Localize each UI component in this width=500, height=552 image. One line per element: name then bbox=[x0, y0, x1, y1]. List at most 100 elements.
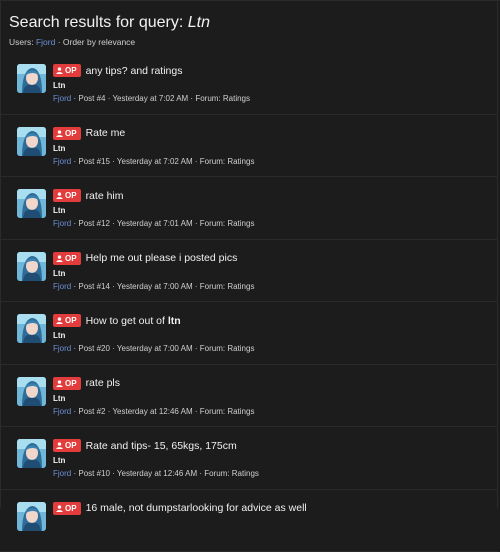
op-badge-label: OP bbox=[65, 379, 77, 388]
result-meta: Fjord · Post #10 · Yesterday at 12:46 AM… bbox=[53, 469, 259, 478]
result-item: OP Help me out please i posted pics Ltn … bbox=[0, 240, 498, 303]
thread-title-highlight: ltn bbox=[168, 315, 181, 327]
result-item: OP rate him Ltn Fjord · Post #12 · Yeste… bbox=[0, 177, 498, 240]
result-item: OP Rate me Ltn Fjord · Post #15 · Yester… bbox=[0, 115, 498, 178]
result-snippet: Ltn bbox=[53, 206, 65, 215]
thread-title-text: 16 male, not dumpstarlooking for advice … bbox=[86, 502, 307, 514]
thread-title-text: rate him bbox=[86, 190, 124, 202]
user-icon bbox=[56, 130, 63, 137]
op-badge: OP bbox=[53, 502, 81, 515]
op-badge: OP bbox=[53, 439, 81, 452]
page-title-prefix: Search results for query: bbox=[9, 14, 183, 31]
thread-title-link[interactable]: any tips? and ratings bbox=[86, 65, 183, 77]
thread-title-link[interactable]: How to get out of ltn bbox=[86, 315, 181, 327]
user-icon bbox=[56, 380, 63, 387]
author-link[interactable]: Fjord bbox=[53, 344, 71, 353]
thread-title-link[interactable]: Help me out please i posted pics bbox=[86, 252, 238, 264]
user-icon bbox=[56, 255, 63, 262]
avatar[interactable] bbox=[17, 377, 46, 406]
result-title-row: OP rate him bbox=[53, 189, 124, 202]
result-snippet: Ltn bbox=[53, 456, 65, 465]
op-badge: OP bbox=[53, 314, 81, 327]
thread-title-text: Rate and tips- 15, 65kgs, 175cm bbox=[86, 440, 237, 452]
results-list: OP any tips? and ratings Ltn Fjord · Pos… bbox=[0, 52, 498, 552]
op-badge-label: OP bbox=[65, 316, 77, 325]
op-badge: OP bbox=[53, 189, 81, 202]
user-icon bbox=[56, 505, 63, 512]
result-snippet: Ltn bbox=[53, 331, 65, 340]
result-title-row: OP Rate and tips- 15, 65kgs, 175cm bbox=[53, 439, 237, 452]
thread-title-text: rate pls bbox=[86, 377, 120, 389]
user-filter-link[interactable]: Fjord bbox=[36, 37, 55, 47]
thread-title-text: any tips? and ratings bbox=[86, 65, 183, 77]
post-info: · Post #10 · Yesterday at 12:46 AM · For… bbox=[73, 469, 258, 478]
post-info: · Post #14 · Yesterday at 7:00 AM · Foru… bbox=[73, 282, 254, 291]
op-badge: OP bbox=[53, 252, 81, 265]
result-item: OP Rate and tips- 15, 65kgs, 175cm Ltn F… bbox=[0, 427, 498, 490]
post-info: · Post #20 · Yesterday at 7:00 AM · Foru… bbox=[73, 344, 254, 353]
thread-title-link[interactable]: rate him bbox=[86, 190, 124, 202]
result-title-row: OP Help me out please i posted pics bbox=[53, 252, 237, 265]
op-badge: OP bbox=[53, 127, 81, 140]
thread-title-text: Help me out please i posted pics bbox=[86, 252, 238, 264]
post-info: · Post #15 · Yesterday at 7:02 AM · Foru… bbox=[73, 157, 254, 166]
avatar[interactable] bbox=[17, 439, 46, 468]
avatar[interactable] bbox=[17, 314, 46, 343]
author-link[interactable]: Fjord bbox=[53, 157, 71, 166]
author-link[interactable]: Fjord bbox=[53, 407, 71, 416]
avatar[interactable] bbox=[17, 502, 46, 531]
result-meta: Fjord · Post #2 · Yesterday at 12:46 AM … bbox=[53, 407, 254, 416]
op-badge-label: OP bbox=[65, 66, 77, 75]
avatar[interactable] bbox=[17, 127, 46, 156]
result-snippet: Ltn bbox=[53, 394, 65, 403]
result-item: OP rate pls Ltn Fjord · Post #2 · Yester… bbox=[0, 365, 498, 428]
order-label[interactable]: · Order by relevance bbox=[58, 37, 135, 47]
search-meta: Users: Fjord · Order by relevance bbox=[9, 37, 135, 47]
result-title-row: OP Rate me bbox=[53, 127, 125, 140]
search-query: Ltn bbox=[188, 14, 210, 31]
result-title-row: OP How to get out of ltn bbox=[53, 314, 181, 327]
thread-title-link[interactable]: rate pls bbox=[86, 377, 120, 389]
user-icon bbox=[56, 67, 63, 74]
avatar[interactable] bbox=[17, 189, 46, 218]
user-icon bbox=[56, 442, 63, 449]
result-snippet: Ltn bbox=[53, 144, 65, 153]
thread-title-text: How to get out of bbox=[86, 315, 168, 327]
thread-title-link[interactable]: Rate me bbox=[86, 127, 126, 139]
result-item: OP How to get out of ltn Ltn Fjord · Pos… bbox=[0, 302, 498, 365]
result-item: OP any tips? and ratings Ltn Fjord · Pos… bbox=[0, 52, 498, 115]
result-item: OP 16 male, not dumpstarlooking for advi… bbox=[0, 490, 498, 552]
thread-title-link[interactable]: 16 male, not dumpstarlooking for advice … bbox=[86, 502, 307, 514]
user-icon bbox=[56, 192, 63, 199]
op-badge-label: OP bbox=[65, 441, 77, 450]
result-title-row: OP rate pls bbox=[53, 377, 120, 390]
author-link[interactable]: Fjord bbox=[53, 219, 71, 228]
result-meta: Fjord · Post #14 · Yesterday at 7:00 AM … bbox=[53, 282, 254, 291]
users-label: Users: bbox=[9, 37, 34, 47]
top-divider bbox=[0, 0, 500, 1]
post-info: · Post #4 · Yesterday at 7:02 AM · Forum… bbox=[73, 94, 250, 103]
author-link[interactable]: Fjord bbox=[53, 469, 71, 478]
op-badge: OP bbox=[53, 377, 81, 390]
op-badge-label: OP bbox=[65, 191, 77, 200]
result-title-row: OP 16 male, not dumpstarlooking for advi… bbox=[53, 502, 307, 515]
thread-title-text: Rate me bbox=[86, 127, 126, 139]
user-icon bbox=[56, 317, 63, 324]
thread-title-link[interactable]: Rate and tips- 15, 65kgs, 175cm bbox=[86, 440, 237, 452]
op-badge: OP bbox=[53, 64, 81, 77]
op-badge-label: OP bbox=[65, 254, 77, 263]
op-badge-label: OP bbox=[65, 129, 77, 138]
result-snippet: Ltn bbox=[53, 81, 65, 90]
author-link[interactable]: Fjord bbox=[53, 282, 71, 291]
author-link[interactable]: Fjord bbox=[53, 94, 71, 103]
post-info: · Post #12 · Yesterday at 7:01 AM · Foru… bbox=[73, 219, 254, 228]
result-snippet: Ltn bbox=[53, 269, 65, 278]
result-meta: Fjord · Post #20 · Yesterday at 7:00 AM … bbox=[53, 344, 254, 353]
page-title: Search results for query: Ltn bbox=[9, 14, 210, 32]
result-meta: Fjord · Post #12 · Yesterday at 7:01 AM … bbox=[53, 219, 254, 228]
op-badge-label: OP bbox=[65, 504, 77, 513]
result-meta: Fjord · Post #15 · Yesterday at 7:02 AM … bbox=[53, 157, 254, 166]
result-meta: Fjord · Post #4 · Yesterday at 7:02 AM ·… bbox=[53, 94, 250, 103]
avatar[interactable] bbox=[17, 252, 46, 281]
avatar[interactable] bbox=[17, 64, 46, 93]
